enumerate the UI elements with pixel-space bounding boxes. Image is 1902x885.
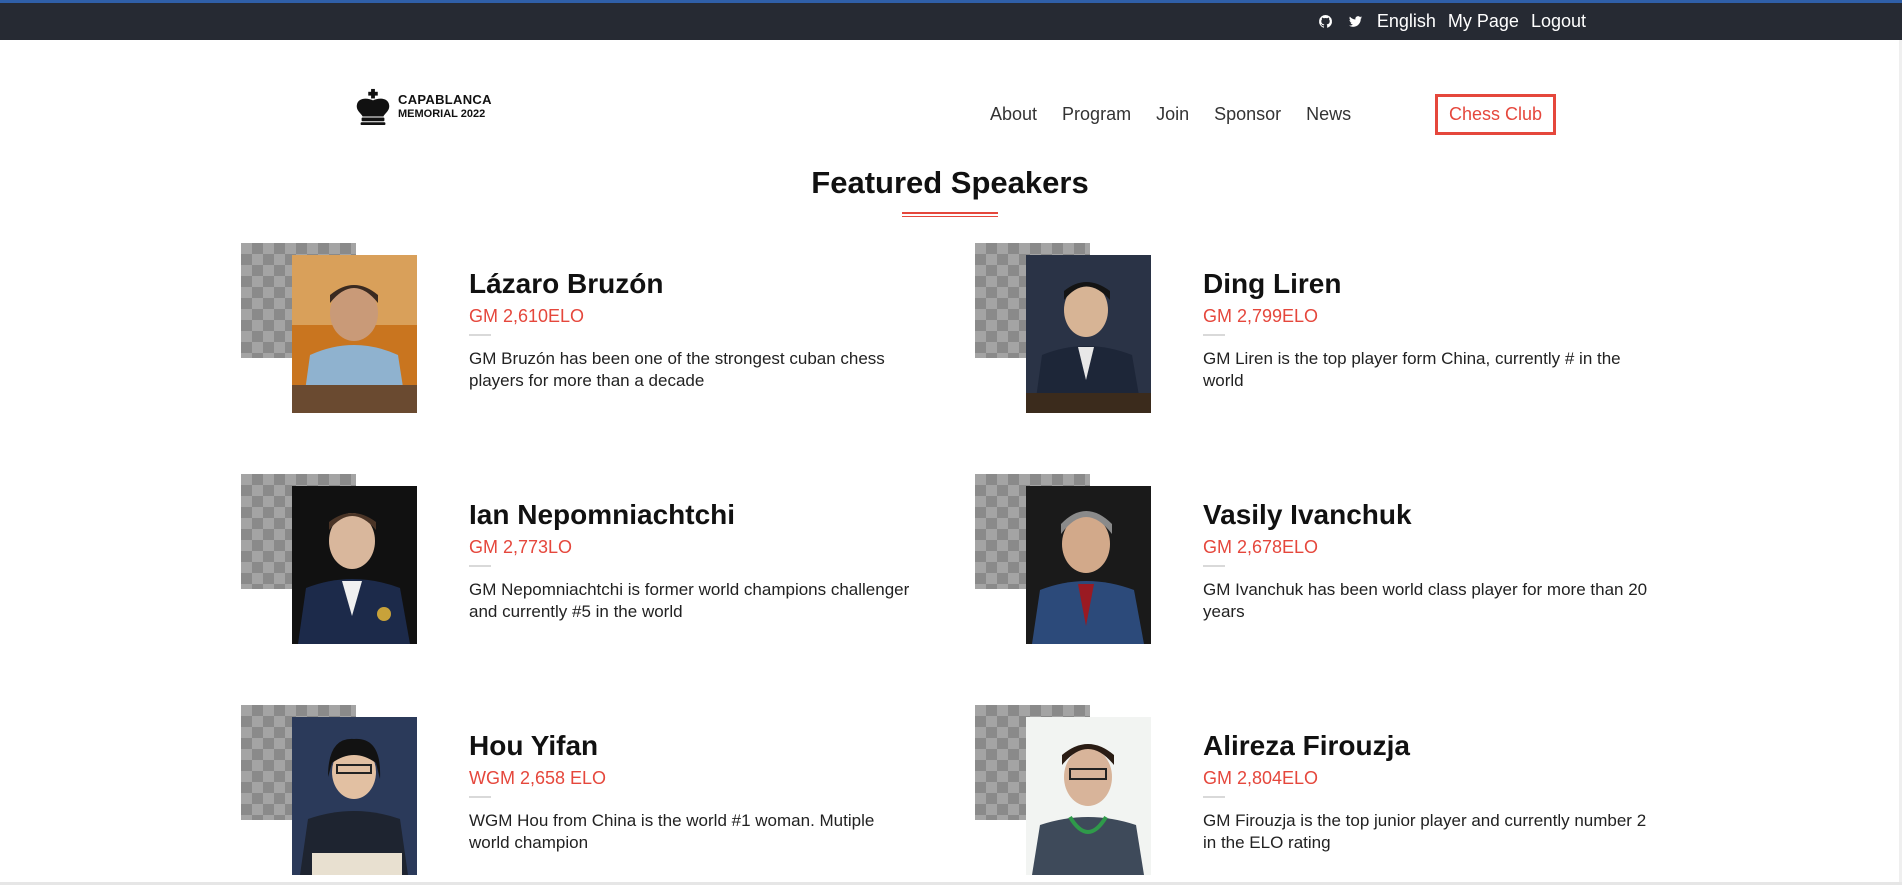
speaker-description: GM Bruzón has been one of the strongest … (469, 349, 885, 390)
speaker-name: Ding Liren (1203, 268, 1342, 299)
logout-link[interactable]: Logout (1531, 11, 1586, 32)
speaker-photo (292, 717, 417, 875)
speaker-rating: GM 2,799ELO (1203, 306, 1319, 326)
speaker-name: Alireza Firouzja (1203, 730, 1410, 761)
divider (1203, 565, 1225, 567)
speaker-description: WGM Hou from China is the world #1 woman… (469, 811, 875, 852)
speaker-rating: GM 2,610ELO (469, 306, 585, 326)
speaker-card: Ding Liren GM 2,799ELO GM Liren is the t… (975, 243, 1675, 418)
top-bar-links: English My Page Logout (1317, 3, 1586, 40)
speaker-photo (292, 255, 417, 413)
site-logo[interactable]: CAPABLANCA MEMORIAL 2022 (354, 88, 492, 126)
speaker-photo (1026, 717, 1151, 875)
logo-title: CAPABLANCA (398, 92, 492, 107)
divider (1203, 796, 1225, 798)
king-crown-icon (356, 88, 390, 126)
divider (1203, 334, 1225, 336)
speaker-rating: GM 2,773LO (469, 537, 573, 557)
github-icon[interactable] (1317, 13, 1335, 31)
section-title: Featured Speakers (811, 165, 1089, 200)
title-underline (902, 212, 998, 217)
nav-about[interactable]: About (990, 104, 1037, 125)
speaker-photo (292, 486, 417, 644)
divider (469, 796, 491, 798)
speaker-photo (1026, 255, 1151, 413)
speaker-description: GM Firouzja is the top junior player and… (1203, 811, 1647, 852)
speaker-rating: GM 2,804ELO (1203, 768, 1319, 788)
speaker-description: GM Ivanchuk has been world class player … (1203, 580, 1648, 621)
speaker-name: Hou Yifan (469, 730, 599, 761)
speaker-name: Ian Nepomniachtchi (469, 499, 736, 530)
speaker-rating: WGM 2,658 ELO (469, 768, 607, 788)
chess-club-button[interactable]: Chess Club (1435, 94, 1556, 135)
speaker-description: GM Nepomniachtchi is former world champi… (469, 580, 910, 621)
speaker-card: Hou Yifan WGM 2,658 ELO WGM Hou from Chi… (241, 705, 941, 880)
speaker-name: Lázaro Bruzón (469, 268, 664, 299)
speaker-card: Ian Nepomniachtchi GM 2,773LO GM Nepomni… (241, 474, 941, 649)
nav-join[interactable]: Join (1156, 104, 1189, 125)
language-link[interactable]: English (1377, 11, 1436, 32)
divider (469, 565, 491, 567)
speaker-rating: GM 2,678ELO (1203, 537, 1319, 557)
speaker-photo (1026, 486, 1151, 644)
my-page-link[interactable]: My Page (1448, 11, 1519, 32)
speaker-card: Lázaro Bruzón GM 2,610ELO GM Bruzón has … (241, 243, 941, 418)
speaker-card: Alireza Firouzja GM 2,804ELO GM Firouzja… (975, 705, 1675, 880)
speaker-description: GM Liren is the top player form China, c… (1203, 349, 1621, 390)
speaker-name: Vasily Ivanchuk (1203, 499, 1412, 530)
nav-news[interactable]: News (1306, 104, 1351, 125)
nav-sponsor[interactable]: Sponsor (1214, 104, 1281, 125)
twitter-icon[interactable] (1347, 13, 1365, 31)
nav-program[interactable]: Program (1062, 104, 1131, 125)
speaker-card: Vasily Ivanchuk GM 2,678ELO GM Ivanchuk … (975, 474, 1675, 649)
top-bar: English My Page Logout (0, 0, 1902, 40)
divider (469, 334, 491, 336)
main-nav: About Program Join Sponsor News (990, 104, 1351, 125)
logo-subtitle: MEMORIAL 2022 (398, 108, 486, 120)
